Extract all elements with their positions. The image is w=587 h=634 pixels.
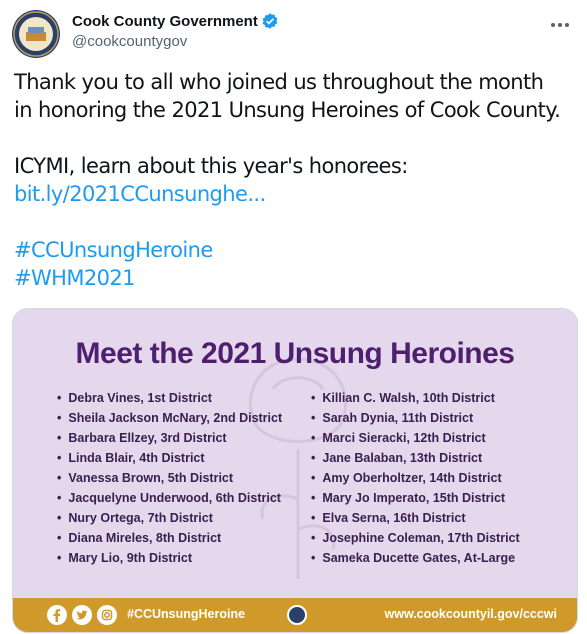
tweet-link[interactable]: bit.ly/2021CCunsunghe... [14, 180, 579, 208]
list-item: Debra Vines, 1st District [57, 388, 282, 408]
list-item: Sameka Ducette Gates, At-Large [311, 548, 520, 568]
list-item: Sheila Jackson McNary, 2nd District [57, 408, 282, 428]
footer-hashtag: #CCUnsungHeroine [127, 607, 246, 621]
avatar[interactable] [12, 10, 60, 58]
verified-badge-icon [262, 13, 278, 29]
footer-website: www.cookcountyil.gov/cccwi [384, 607, 558, 621]
instagram-icon [97, 605, 117, 625]
more-options-icon[interactable] [549, 14, 575, 32]
hashtag-link[interactable]: #CCUnsungHeroine [14, 236, 579, 264]
list-item: Diana Mireles, 8th District [57, 528, 282, 548]
list-item: Marci Sieracki, 12th District [311, 428, 520, 448]
tweet-text-line: Thank you to all who joined us throughou… [14, 70, 544, 94]
tweet-image-card[interactable]: Meet the 2021 Unsung Heroines Debra Vine… [12, 308, 578, 633]
card-footer: #CCUnsungHeroine www.cookcountyil.gov/cc… [13, 598, 577, 632]
list-item: Elva Serna, 16th District [311, 508, 520, 528]
list-item: Josephine Coleman, 17th District [311, 528, 519, 548]
list-item: Barbara Ellzey, 3rd District [57, 428, 282, 448]
list-item: Mary Lio, 9th District [57, 548, 282, 568]
list-item: Mary Jo Imperato, 15th District [311, 488, 520, 508]
display-name[interactable]: Cook County Government [72, 13, 258, 30]
list-item: Nury Ortega, 7th District [57, 508, 282, 528]
handle[interactable]: @cookcountygov [72, 33, 279, 50]
list-item: Vanessa Brown, 5th District [57, 468, 282, 488]
list-item: Linda Blair, 4th District [57, 448, 282, 468]
honorees-list-right: Killian C. Walsh, 10th District Sarah Dy… [311, 388, 520, 568]
tweet-text: Thank you to all who joined us throughou… [14, 68, 579, 292]
list-item: Amy Oberholtzer, 14th District [311, 468, 520, 488]
honorees-list-left: Debra Vines, 1st District Sheila Jackson… [57, 388, 282, 568]
list-item: Sarah Dynia, 11th District [311, 408, 520, 428]
county-seal-icon [287, 605, 307, 625]
twitter-icon [72, 605, 92, 625]
card-title: Meet the 2021 Unsung Heroines [75, 337, 515, 370]
tweet-text-line: in honoring the 2021 Unsung Heroines of … [14, 98, 561, 122]
facebook-icon [47, 605, 67, 625]
tweet-text-line: ICYMI, learn about this year's honorees: [14, 154, 408, 178]
list-item: Jacquelyne Underwood, 6th District [57, 488, 282, 508]
list-item: Jane Balaban, 13th District [311, 448, 520, 468]
tweet-header: Cook County Government @cookcountygov [12, 10, 575, 62]
list-item: Killian C. Walsh, 10th District [311, 388, 520, 408]
hashtag-link[interactable]: #WHM2021 [14, 264, 579, 292]
